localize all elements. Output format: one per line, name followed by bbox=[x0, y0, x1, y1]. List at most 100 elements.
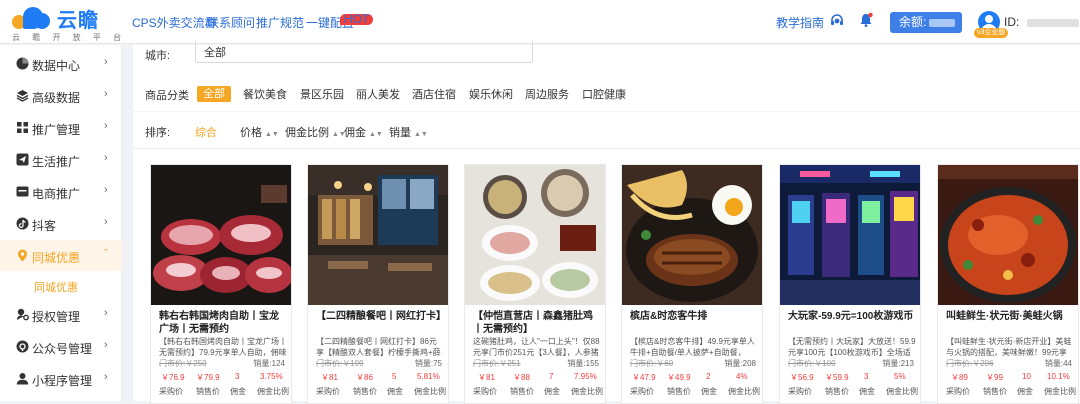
sort-commission[interactable]: 佣金 ▲▼ bbox=[344, 124, 383, 140]
product-title: 【二四精酿餐吧丨网红打卡】 bbox=[316, 311, 446, 322]
brand-name: 云瞻 bbox=[57, 10, 99, 32]
commission: 3 bbox=[235, 372, 240, 381]
sort-divider bbox=[133, 148, 1080, 149]
buy-price-label: 采购价 bbox=[788, 387, 812, 396]
category-all[interactable]: 全部 bbox=[197, 86, 231, 102]
commission-label: 佣金 bbox=[387, 387, 403, 396]
orig-price-label: 门市价: bbox=[630, 359, 657, 368]
commission-rate-label: 佣金比例 bbox=[1044, 387, 1076, 396]
commission-label: 佣金 bbox=[1017, 387, 1033, 396]
sidebar-item-mini-program[interactable]: 小程序管理 › bbox=[0, 363, 122, 394]
commission-rate: 4% bbox=[736, 372, 748, 381]
orig-price-value: ￥100 bbox=[814, 359, 836, 368]
commission-rate-label: 佣金比例 bbox=[571, 387, 603, 396]
balance-hidden-value bbox=[929, 18, 956, 27]
tiktok-icon bbox=[16, 217, 29, 230]
sidebar-item-local-deals[interactable]: 同城优惠 ˆ bbox=[0, 240, 122, 271]
sidebar-item-data-center[interactable]: 数据中心 › bbox=[0, 48, 122, 79]
product-card[interactable]: 韩右右韩国烤肉自助丨宝龙广场丨无需预约 【韩右右韩国烤肉自助丨宝龙广场丨无需预约… bbox=[150, 164, 292, 404]
sort-price[interactable]: 价格 ▲▼ bbox=[240, 124, 279, 140]
sort-commission-rate[interactable]: 佣金比例 ▲▼ bbox=[285, 124, 346, 140]
chevron-right-icon: › bbox=[104, 216, 108, 228]
sort-sales[interactable]: 销量 ▲▼ bbox=[389, 124, 428, 140]
commission-rate-label: 佣金比例 bbox=[728, 387, 760, 396]
sidebar-item-label: 电商推广 bbox=[32, 187, 81, 201]
chevron-right-icon: › bbox=[104, 371, 108, 383]
sidebar-item-advanced-data[interactable]: 高级数据 › bbox=[0, 80, 122, 111]
grid-icon bbox=[17, 122, 28, 133]
sidebar-subitem-local-deals[interactable]: 同城优惠 bbox=[0, 275, 122, 297]
category-services[interactable]: 周边服务 bbox=[525, 86, 569, 102]
sort-comprehensive[interactable]: 综合 bbox=[195, 124, 217, 140]
category-scenic[interactable]: 景区乐园 bbox=[300, 86, 344, 102]
sidebar-item-label: 小程序管理 bbox=[32, 374, 93, 388]
sort-price-label: 价格 bbox=[240, 127, 262, 139]
sidebar-item-life-promo[interactable]: 生活推广 › bbox=[0, 144, 122, 175]
sell-price: ￥99 bbox=[986, 373, 1003, 382]
teaching-guide-link[interactable]: 教学指南 bbox=[776, 14, 824, 31]
sales-label: 销量: bbox=[882, 359, 901, 368]
category-hotel[interactable]: 酒店住宿 bbox=[412, 86, 456, 102]
nav-promo-rules[interactable]: 推广规范 bbox=[256, 14, 304, 31]
filter-divider bbox=[133, 111, 1080, 112]
database-icon bbox=[16, 90, 29, 102]
nav-cps-group[interactable]: CPS外卖交流群 bbox=[132, 14, 217, 31]
product-desc: 【槟店&时恋客牛排】49.9元享单人牛排+自助餐/单人披萨+自助餐，128元享… bbox=[630, 337, 755, 357]
product-card[interactable]: 【二四精酿餐吧丨网红打卡】 【二四精酿餐吧丨网红打卡】86元享【精酿双人套餐】柠… bbox=[307, 164, 449, 404]
product-card[interactable]: 槟店&时恋客牛排 【槟店&时恋客牛排】49.9元享单人牛排+自助餐/单人披萨+自… bbox=[621, 164, 763, 404]
shop-icon bbox=[16, 186, 29, 197]
product-card[interactable]: 【仲恺直营店丨森鑫猪肚鸡丨无需预约】 这碗猪肚鸡，让人"一口上头"！仅88元享门… bbox=[464, 164, 606, 404]
orig-price-label: 门市价: bbox=[946, 359, 973, 368]
sidebar-item-official-account[interactable]: 公众号管理 › bbox=[0, 331, 122, 362]
orig-price-value: ￥206 bbox=[972, 359, 994, 368]
product-desc: 【叫蛙鲜生·状元街·新店开业】美蛙与火锅的搭配，美味鲜嫩！99元享门市价… bbox=[946, 337, 1072, 357]
notification-bell-icon[interactable] bbox=[858, 12, 874, 28]
sidebar-item-label: 生活推广 bbox=[32, 155, 81, 169]
category-beauty[interactable]: 丽人美发 bbox=[356, 86, 400, 102]
commission: 7 bbox=[549, 372, 554, 381]
wechat-icon bbox=[16, 340, 29, 353]
sidebar-item-ecommerce-promo[interactable]: 电商推广 › bbox=[0, 176, 122, 207]
sidebar-item-auth-manage[interactable]: 授权管理 › bbox=[0, 299, 122, 330]
product-title: 韩右右韩国烤肉自助丨宝龙广场丨无需预约 bbox=[159, 311, 279, 335]
hot-badge: HOT bbox=[340, 13, 374, 25]
sort-commission-label: 佣金 bbox=[344, 127, 366, 139]
product-value-labels: 采购价 销售价 佣金 佣金比例 bbox=[316, 386, 446, 397]
sales-value: 124 bbox=[271, 359, 285, 368]
sidebar-item-promo-manage[interactable]: 推广管理 › bbox=[0, 112, 122, 143]
product-orig-price: 门市价:￥250 bbox=[159, 358, 207, 369]
orig-price-label: 门市价: bbox=[159, 359, 186, 368]
commission-label: 佣金 bbox=[544, 387, 560, 396]
commission: 10 bbox=[1022, 372, 1031, 381]
sidebar-item-douke[interactable]: 抖客 › bbox=[0, 208, 122, 239]
chevron-right-icon: › bbox=[104, 56, 108, 68]
commission-rate: 3.75% bbox=[260, 372, 283, 381]
chevron-up-icon: ˆ bbox=[104, 248, 108, 260]
location-icon bbox=[18, 249, 27, 262]
nav-contact-advisor[interactable]: 联系顾问 bbox=[207, 14, 255, 31]
product-title: 叫蛙鲜生·状元街·美蛙火锅 bbox=[946, 311, 1063, 322]
category-label: 商品分类 bbox=[145, 90, 189, 102]
sales-value: 213 bbox=[900, 359, 914, 368]
balance-button[interactable]: 余额: bbox=[890, 12, 962, 33]
brand-logo[interactable]: 云瞻 云 瞻 开 放 平 台 bbox=[12, 4, 121, 42]
buy-price: ￥89 bbox=[951, 373, 968, 382]
customer-service-icon[interactable] bbox=[829, 13, 845, 29]
sales-label: 销量: bbox=[414, 359, 434, 368]
city-label: 城市: bbox=[145, 50, 171, 62]
product-orig-price: 门市价:￥251 bbox=[473, 358, 521, 369]
buy-price-label: 采购价 bbox=[946, 387, 970, 396]
category-food[interactable]: 餐饮美食 bbox=[243, 86, 287, 102]
city-select[interactable]: 全部 bbox=[195, 41, 533, 63]
category-dental[interactable]: 口腔健康 bbox=[582, 86, 626, 102]
product-card[interactable]: 大玩家-59.9元=100枚游戏币 【无需预约丨大玩家】大放送！59.9元享10… bbox=[779, 164, 921, 404]
commission-rate: 5% bbox=[894, 372, 906, 381]
sell-price-label: 销售价 bbox=[667, 387, 691, 396]
product-card[interactable]: 叫蛙鲜生·状元街·美蛙火锅 【叫蛙鲜生·状元街·新店开业】美蛙与火锅的搭配，美味… bbox=[937, 164, 1079, 404]
sales-value: 44 bbox=[1063, 359, 1072, 368]
top-bar: 云瞻 云 瞻 开 放 平 台 CPS外卖交流群 联系顾问 推广规范 一键配置 H… bbox=[0, 0, 1080, 44]
category-entertainment[interactable]: 娱乐休闲 bbox=[469, 86, 513, 102]
sales-value: 155 bbox=[585, 359, 599, 368]
product-orig-price: 门市价:￥206 bbox=[946, 358, 994, 369]
commission-label: 佣金 bbox=[701, 387, 717, 396]
